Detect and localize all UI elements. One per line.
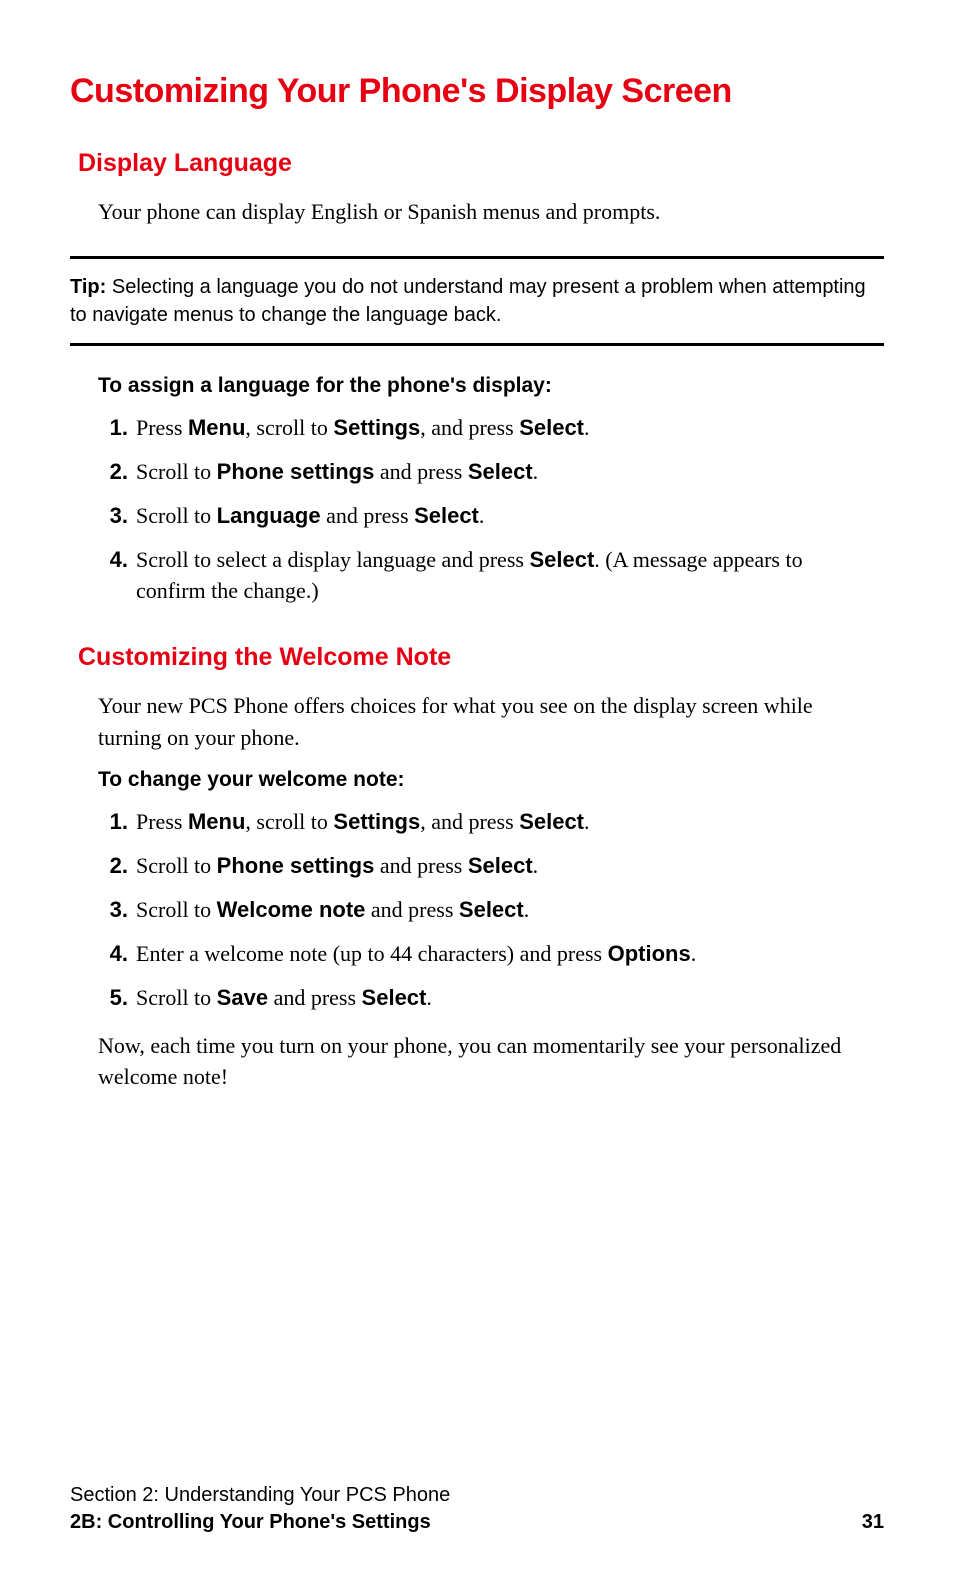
step-item: 5.Scroll to Save and press Select. [98, 982, 864, 1014]
step-item: 2.Scroll to Phone settings and press Sel… [98, 850, 864, 882]
step-text: Enter a welcome note (up to 44 character… [136, 938, 864, 970]
tip-label: Tip: [70, 276, 106, 298]
step-item: 2.Scroll to Phone settings and press Sel… [98, 456, 864, 488]
subhead: To assign a language for the phone's dis… [98, 374, 884, 398]
step-text: Scroll to Phone settings and press Selec… [136, 850, 864, 882]
step-number: 4. [98, 544, 128, 576]
step-text: Scroll to Language and press Select. [136, 500, 864, 532]
section-heading-display-language: Display Language [78, 149, 884, 178]
step-item: 4.Scroll to select a display language an… [98, 544, 864, 608]
section-heading-welcome-note: Customizing the Welcome Note [78, 643, 884, 672]
step-number: 1. [98, 412, 128, 444]
tip-block: Tip: Selecting a language you do not und… [70, 256, 884, 346]
page-footer: Section 2: Understanding Your PCS Phone … [70, 1484, 884, 1534]
step-text: Scroll to Save and press Select. [136, 982, 864, 1014]
step-number: 2. [98, 456, 128, 488]
step-number: 5. [98, 982, 128, 1014]
step-item: 1.Press Menu, scroll to Settings, and pr… [98, 806, 864, 838]
step-text: Press Menu, scroll to Settings, and pres… [136, 412, 864, 444]
step-number: 3. [98, 894, 128, 926]
section-intro: Your phone can display English or Spanis… [98, 196, 874, 228]
step-number: 1. [98, 806, 128, 838]
footer-section: Section 2: Understanding Your PCS Phone [70, 1484, 884, 1507]
step-text: Scroll to select a display language and … [136, 544, 864, 608]
step-number: 4. [98, 938, 128, 970]
section-intro: Your new PCS Phone offers choices for wh… [98, 690, 874, 754]
tip-text: Selecting a language you do not understa… [70, 276, 866, 326]
footer-subsection: 2B: Controlling Your Phone's Settings [70, 1511, 431, 1534]
step-text: Press Menu, scroll to Settings, and pres… [136, 806, 864, 838]
step-number: 2. [98, 850, 128, 882]
step-item: 4.Enter a welcome note (up to 44 charact… [98, 938, 864, 970]
page-number: 31 [862, 1511, 884, 1534]
page-title: Customizing Your Phone's Display Screen [70, 72, 884, 111]
steps-list: 1.Press Menu, scroll to Settings, and pr… [98, 412, 864, 607]
steps-list: 1.Press Menu, scroll to Settings, and pr… [98, 806, 864, 1013]
section-outro: Now, each time you turn on your phone, y… [98, 1030, 874, 1094]
step-number: 3. [98, 500, 128, 532]
step-text: Scroll to Welcome note and press Select. [136, 894, 864, 926]
step-item: 1.Press Menu, scroll to Settings, and pr… [98, 412, 864, 444]
subhead: To change your welcome note: [98, 768, 884, 792]
step-item: 3.Scroll to Language and press Select. [98, 500, 864, 532]
step-text: Scroll to Phone settings and press Selec… [136, 456, 864, 488]
step-item: 3.Scroll to Welcome note and press Selec… [98, 894, 864, 926]
